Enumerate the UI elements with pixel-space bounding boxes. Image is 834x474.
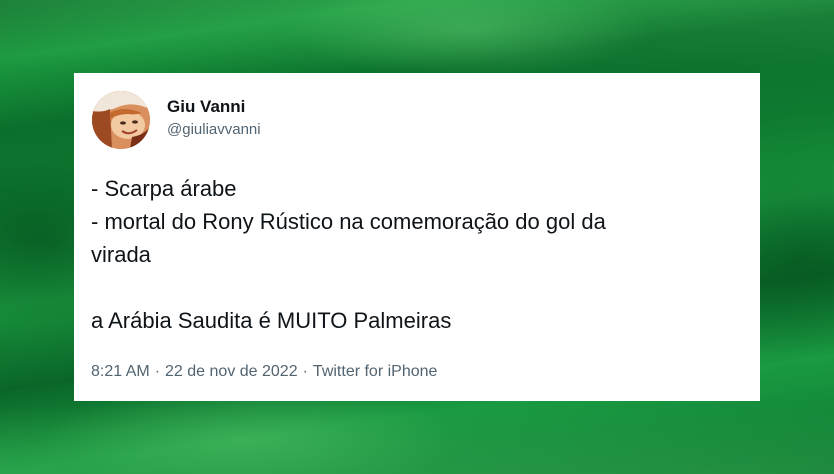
tweet-time[interactable]: 8:21 AM [91,363,150,380]
tweet-meta: 8:21 AM · 22 de nov de 2022 · Twitter for iP… [91,363,437,381]
profile-photo-icon [92,91,150,149]
avatar[interactable] [92,91,150,149]
background-highlight-top [0,0,834,70]
tweet-text-line: a Arábia Saudita é MUITO Palmeiras [91,308,452,333]
tweet-text-line: - mortal do Rony Rústico na comemoração … [91,209,606,234]
author-name[interactable]: Giu Vanni [167,97,245,117]
tweet-text-line: - Scarpa árabe [91,176,237,201]
background-highlight-bottom [0,405,834,474]
tweet-text: - Scarpa árabe - mortal do Rony Rústico … [91,172,751,337]
meta-separator: · [302,363,308,380]
tweet-source[interactable]: Twitter for iPhone [313,363,438,380]
tweet-text-line: virada [91,242,151,267]
tweet-date[interactable]: 22 de nov de 2022 [165,363,298,380]
meta-separator: · [154,363,161,380]
tweet-card: Giu Vanni @giuliavvanni - Scarpa árabe -… [74,73,760,401]
author-handle[interactable]: @giuliavvanni [167,121,261,138]
